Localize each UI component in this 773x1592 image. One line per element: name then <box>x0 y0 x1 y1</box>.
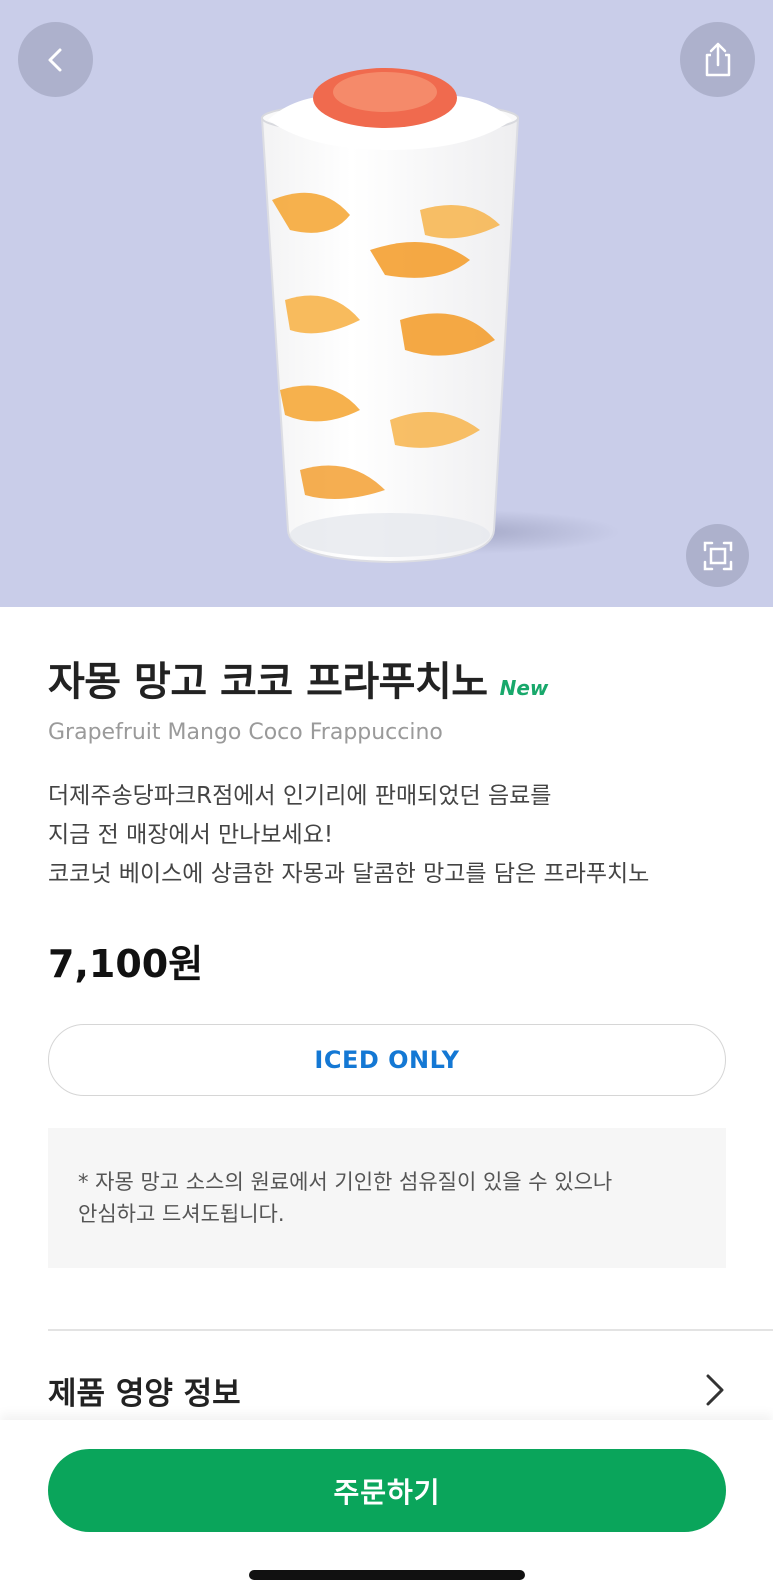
product-title-row: 자몽 망고 코코 프라푸치노 New <box>48 649 548 707</box>
section-divider <box>48 1329 773 1331</box>
product-name: 자몽 망고 코코 프라푸치노 <box>48 659 488 705</box>
chevron-left-icon <box>48 48 61 71</box>
notice-line: 안심하고 드셔도됩니다. <box>78 1202 285 1226</box>
expand-icon <box>703 541 732 570</box>
nutrition-info-label: 제품 영양 정보 <box>48 1375 241 1412</box>
home-indicator <box>249 1570 525 1580</box>
temperature-option[interactable]: ICED ONLY <box>48 1024 726 1096</box>
notice-line: * 자몽 망고 소스의 원료에서 기인한 섬유질이 있을 수 있으나 <box>78 1170 613 1194</box>
frappuccino-image <box>260 68 620 564</box>
description-line: 지금 전 매장에서 만나보세요! <box>48 822 334 848</box>
share-icon <box>705 42 730 76</box>
nutrition-info-link[interactable]: 제품 영양 정보 <box>48 1368 726 1412</box>
product-hero-image <box>0 0 773 607</box>
product-price: 7,100원 <box>48 942 204 986</box>
chevron-right-icon <box>706 1374 724 1406</box>
product-description: 더제주송당파크R점에서 인기리에 판매되었던 음료를 지금 전 매장에서 만나보… <box>48 777 738 894</box>
notice-box: * 자몽 망고 소스의 원료에서 기인한 섬유질이 있을 수 있으나 안심하고 … <box>48 1128 726 1268</box>
expand-image-button[interactable] <box>686 524 749 587</box>
back-button[interactable] <box>18 22 93 97</box>
description-line: 코코넛 베이스에 상큼한 자몽과 달콤한 망고를 담은 프라푸치노 <box>48 861 650 887</box>
share-button[interactable] <box>680 22 755 97</box>
description-line: 더제주송당파크R점에서 인기리에 판매되었던 음료를 <box>48 783 552 809</box>
order-button-label: 주문하기 <box>333 1475 441 1509</box>
order-button[interactable]: 주문하기 <box>48 1449 726 1532</box>
bottom-action-bar: 주문하기 <box>0 1420 773 1592</box>
product-name-english: Grapefruit Mango Coco Frappuccino <box>48 720 443 745</box>
temperature-option-label: ICED ONLY <box>314 1046 460 1074</box>
new-badge: New <box>499 676 549 700</box>
